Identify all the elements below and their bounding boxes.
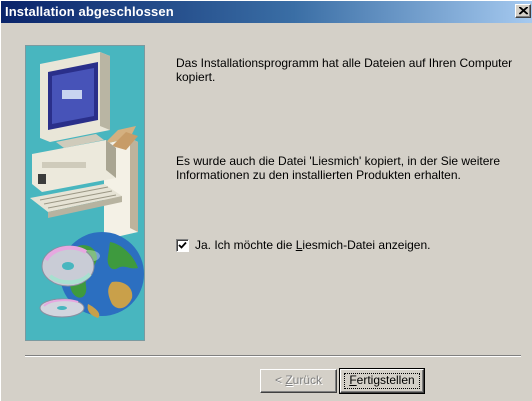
title-bar[interactable]: Installation abgeschlossen: [1, 1, 532, 23]
show-readme-label[interactable]: Ja. Ich möchte die Liesmich-Datei anzeig…: [195, 238, 430, 252]
show-readme-option[interactable]: Ja. Ich möchte die Liesmich-Datei anzeig…: [176, 237, 430, 253]
setup-illustration: [25, 45, 145, 341]
window-title: Installation abgeschlossen: [5, 4, 174, 19]
installer-dialog: Installation abgeschlossen Das Installat…: [0, 0, 532, 401]
monitor-icon: [40, 52, 110, 148]
completion-message: Das Installationsprogramm hat alle Datei…: [176, 56, 513, 84]
readme-info-message: Es wurde auch die Datei 'Liesmich' kopie…: [176, 154, 501, 182]
finish-button[interactable]: Fertigstellen: [339, 368, 425, 394]
show-readme-checkbox[interactable]: [176, 238, 189, 252]
button-separator: [25, 355, 521, 357]
checkmark-icon: [178, 241, 187, 249]
back-button[interactable]: < Zurück: [260, 369, 337, 393]
close-button[interactable]: [515, 4, 531, 18]
computer-with-cd-and-globe-illustration: [30, 52, 144, 318]
close-icon: [519, 7, 528, 15]
